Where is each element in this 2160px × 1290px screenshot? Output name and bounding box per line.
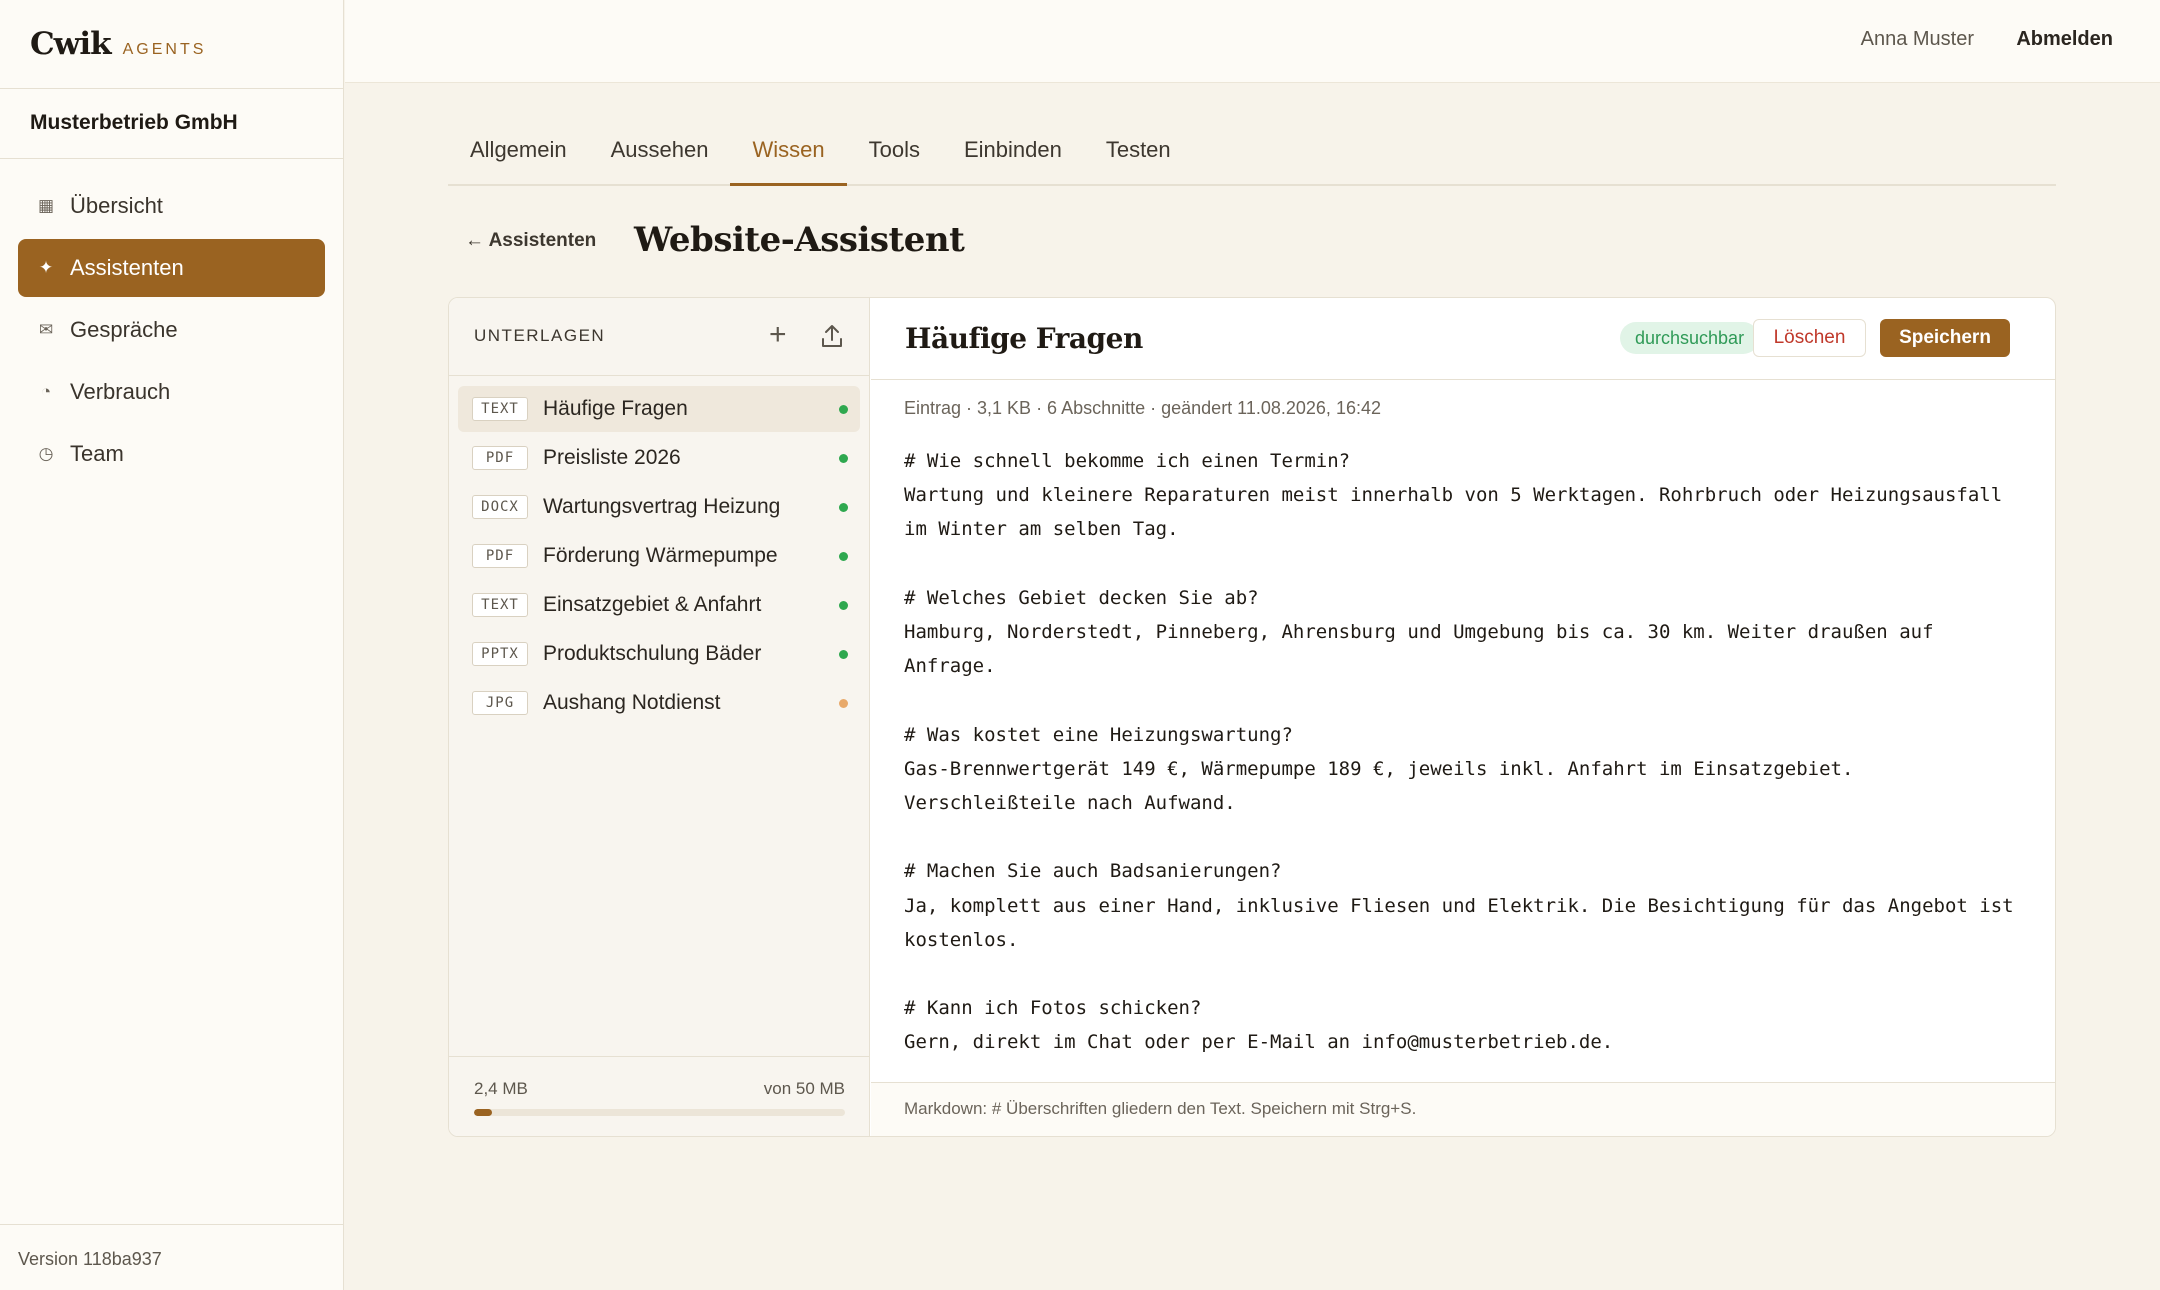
- list-item[interactable]: JPG Aushang Notdienst: [458, 680, 860, 726]
- upload-icon[interactable]: [820, 323, 844, 349]
- status-dot-icon: [839, 650, 848, 659]
- editor-header: Häufige Fragen durchsuchbar Löschen Spei…: [871, 298, 2055, 380]
- file-type-badge: TEXT: [472, 397, 528, 421]
- storage-used: 2,4 MB: [474, 1079, 528, 1098]
- nav-icon: ▦: [37, 196, 55, 215]
- file-type-badge: PDF: [472, 544, 528, 568]
- tab-einbinden[interactable]: Einbinden: [942, 126, 1084, 186]
- document-title: Häufige Fragen: [905, 322, 1143, 355]
- sidebar-item-label: Assistenten: [70, 255, 184, 280]
- tab-allgemein[interactable]: Allgemein: [470, 126, 589, 186]
- knowledge-card: UNTERLAGEN + TEXT Häufige Fragen PDF Preisl…: [448, 297, 2056, 1137]
- document-name: Häufige Fragen: [543, 397, 688, 420]
- storage-progress-bar: [474, 1109, 845, 1116]
- status-badge: durchsuchbar: [1620, 322, 1760, 354]
- save-button[interactable]: Speichern: [1880, 319, 2010, 357]
- nav-icon: ◷: [38, 444, 54, 463]
- page-title: Website-Assistent: [634, 220, 965, 260]
- status-dot-icon: [839, 405, 848, 414]
- logout-button[interactable]: Abmelden: [2016, 28, 2113, 51]
- back-link[interactable]: ← Assistenten: [465, 230, 596, 252]
- sidebar-item-1[interactable]: ✦ Assistenten: [18, 239, 325, 297]
- file-type-badge: JPG: [472, 691, 528, 715]
- sidebar-item-4[interactable]: ◷ Team: [18, 425, 325, 483]
- storage-total: von 50 MB: [763, 1079, 845, 1098]
- documents-title: UNTERLAGEN: [474, 326, 606, 345]
- document-meta: Eintrag · 3,1 KB · 6 Abschnitte · geände…: [904, 398, 1381, 418]
- file-type-badge: DOCX: [472, 495, 528, 519]
- nav-icon: ✉: [38, 320, 54, 339]
- status-dot-icon: [839, 552, 848, 561]
- documents-panel: UNTERLAGEN + TEXT Häufige Fragen PDF Preisl…: [449, 298, 870, 1136]
- status-dot-icon: [839, 454, 848, 463]
- organization-name: Musterbetrieb GmbH: [0, 89, 343, 159]
- document-name: Wartungsvertrag Heizung: [543, 495, 781, 518]
- tab-wissen[interactable]: Wissen: [730, 126, 847, 186]
- editor-footer: Markdown: # Überschriften gliedern den T…: [871, 1082, 2055, 1136]
- brand-subtitle: AGENTS: [122, 41, 207, 58]
- list-item[interactable]: PDF Förderung Wärmepumpe: [458, 533, 860, 579]
- sidebar-item-label: Team: [70, 441, 124, 466]
- list-item[interactable]: TEXT Einsatzgebiet & Anfahrt: [458, 582, 860, 628]
- topbar: Anna Muster Abmelden: [345, 0, 2160, 83]
- brand-logo[interactable]: Cwik AGENTS: [0, 0, 343, 89]
- document-name: Preisliste 2026: [543, 446, 681, 469]
- nav-icon: ✦: [38, 258, 54, 277]
- main-nav: ▦ Übersicht ✦ Assistenten ✉ Gespräche ◔ Verbrau…: [0, 159, 343, 483]
- markdown-hint: Markdown: # Überschriften gliedern den T…: [904, 1099, 1417, 1118]
- file-type-badge: PDF: [472, 446, 528, 470]
- storage-progress-fill: [474, 1109, 492, 1116]
- list-item[interactable]: DOCX Wartungsvertrag Heizung: [458, 484, 860, 530]
- version-label: Version 118ba937: [0, 1224, 343, 1290]
- brand-name: Cwik: [30, 26, 112, 62]
- document-name: Einsatzgebiet & Anfahrt: [543, 593, 762, 616]
- status-dot-icon: [839, 503, 848, 512]
- tab-testen[interactable]: Testen: [1084, 126, 1193, 186]
- tab-bar: Allgemein Aussehen Wissen Tools Einbinden Tes…: [448, 126, 2056, 186]
- tab-tools[interactable]: Tools: [847, 126, 942, 186]
- document-name: Förderung Wärmepumpe: [543, 544, 778, 567]
- storage-usage: 2,4 MB von 50 MB: [449, 1056, 869, 1136]
- list-item[interactable]: PDF Preisliste 2026: [458, 435, 860, 481]
- sidebar-item-label: Übersicht: [70, 193, 163, 218]
- user-name[interactable]: Anna Muster: [1861, 28, 1974, 51]
- list-item[interactable]: TEXT Häufige Fragen: [458, 386, 860, 432]
- file-type-badge: PPTX: [472, 642, 528, 666]
- nav-icon: ◔: [40, 382, 52, 401]
- document-editor: Häufige Fragen durchsuchbar Löschen Spei…: [871, 298, 2055, 1136]
- plus-icon[interactable]: +: [769, 318, 787, 352]
- sidebar-item-label: Verbrauch: [70, 379, 171, 404]
- sidebar-item-2[interactable]: ✉ Gespräche: [18, 301, 325, 359]
- status-dot-icon: [839, 699, 848, 708]
- sidebar-item-label: Gespräche: [70, 317, 178, 342]
- document-name: Aushang Notdienst: [543, 691, 721, 714]
- file-type-badge: TEXT: [472, 593, 528, 617]
- document-content-editor[interactable]: # Wie schnell bekomme ich einen Termin? …: [904, 444, 2034, 1064]
- status-dot-icon: [839, 601, 848, 610]
- list-item[interactable]: PPTX Produktschulung Bäder: [458, 631, 860, 677]
- tab-aussehen[interactable]: Aussehen: [589, 126, 731, 186]
- delete-button[interactable]: Löschen: [1753, 319, 1866, 357]
- sidebar: Cwik AGENTS Musterbetrieb GmbH ▦ Übersich…: [0, 0, 344, 1290]
- sidebar-item-0[interactable]: ▦ Übersicht: [18, 177, 325, 235]
- document-list: TEXT Häufige Fragen PDF Preisliste 2026 DOCX…: [449, 376, 869, 726]
- document-name: Produktschulung Bäder: [543, 642, 762, 665]
- documents-header: UNTERLAGEN +: [449, 298, 869, 376]
- sidebar-item-3[interactable]: ◔ Verbrauch: [18, 363, 325, 421]
